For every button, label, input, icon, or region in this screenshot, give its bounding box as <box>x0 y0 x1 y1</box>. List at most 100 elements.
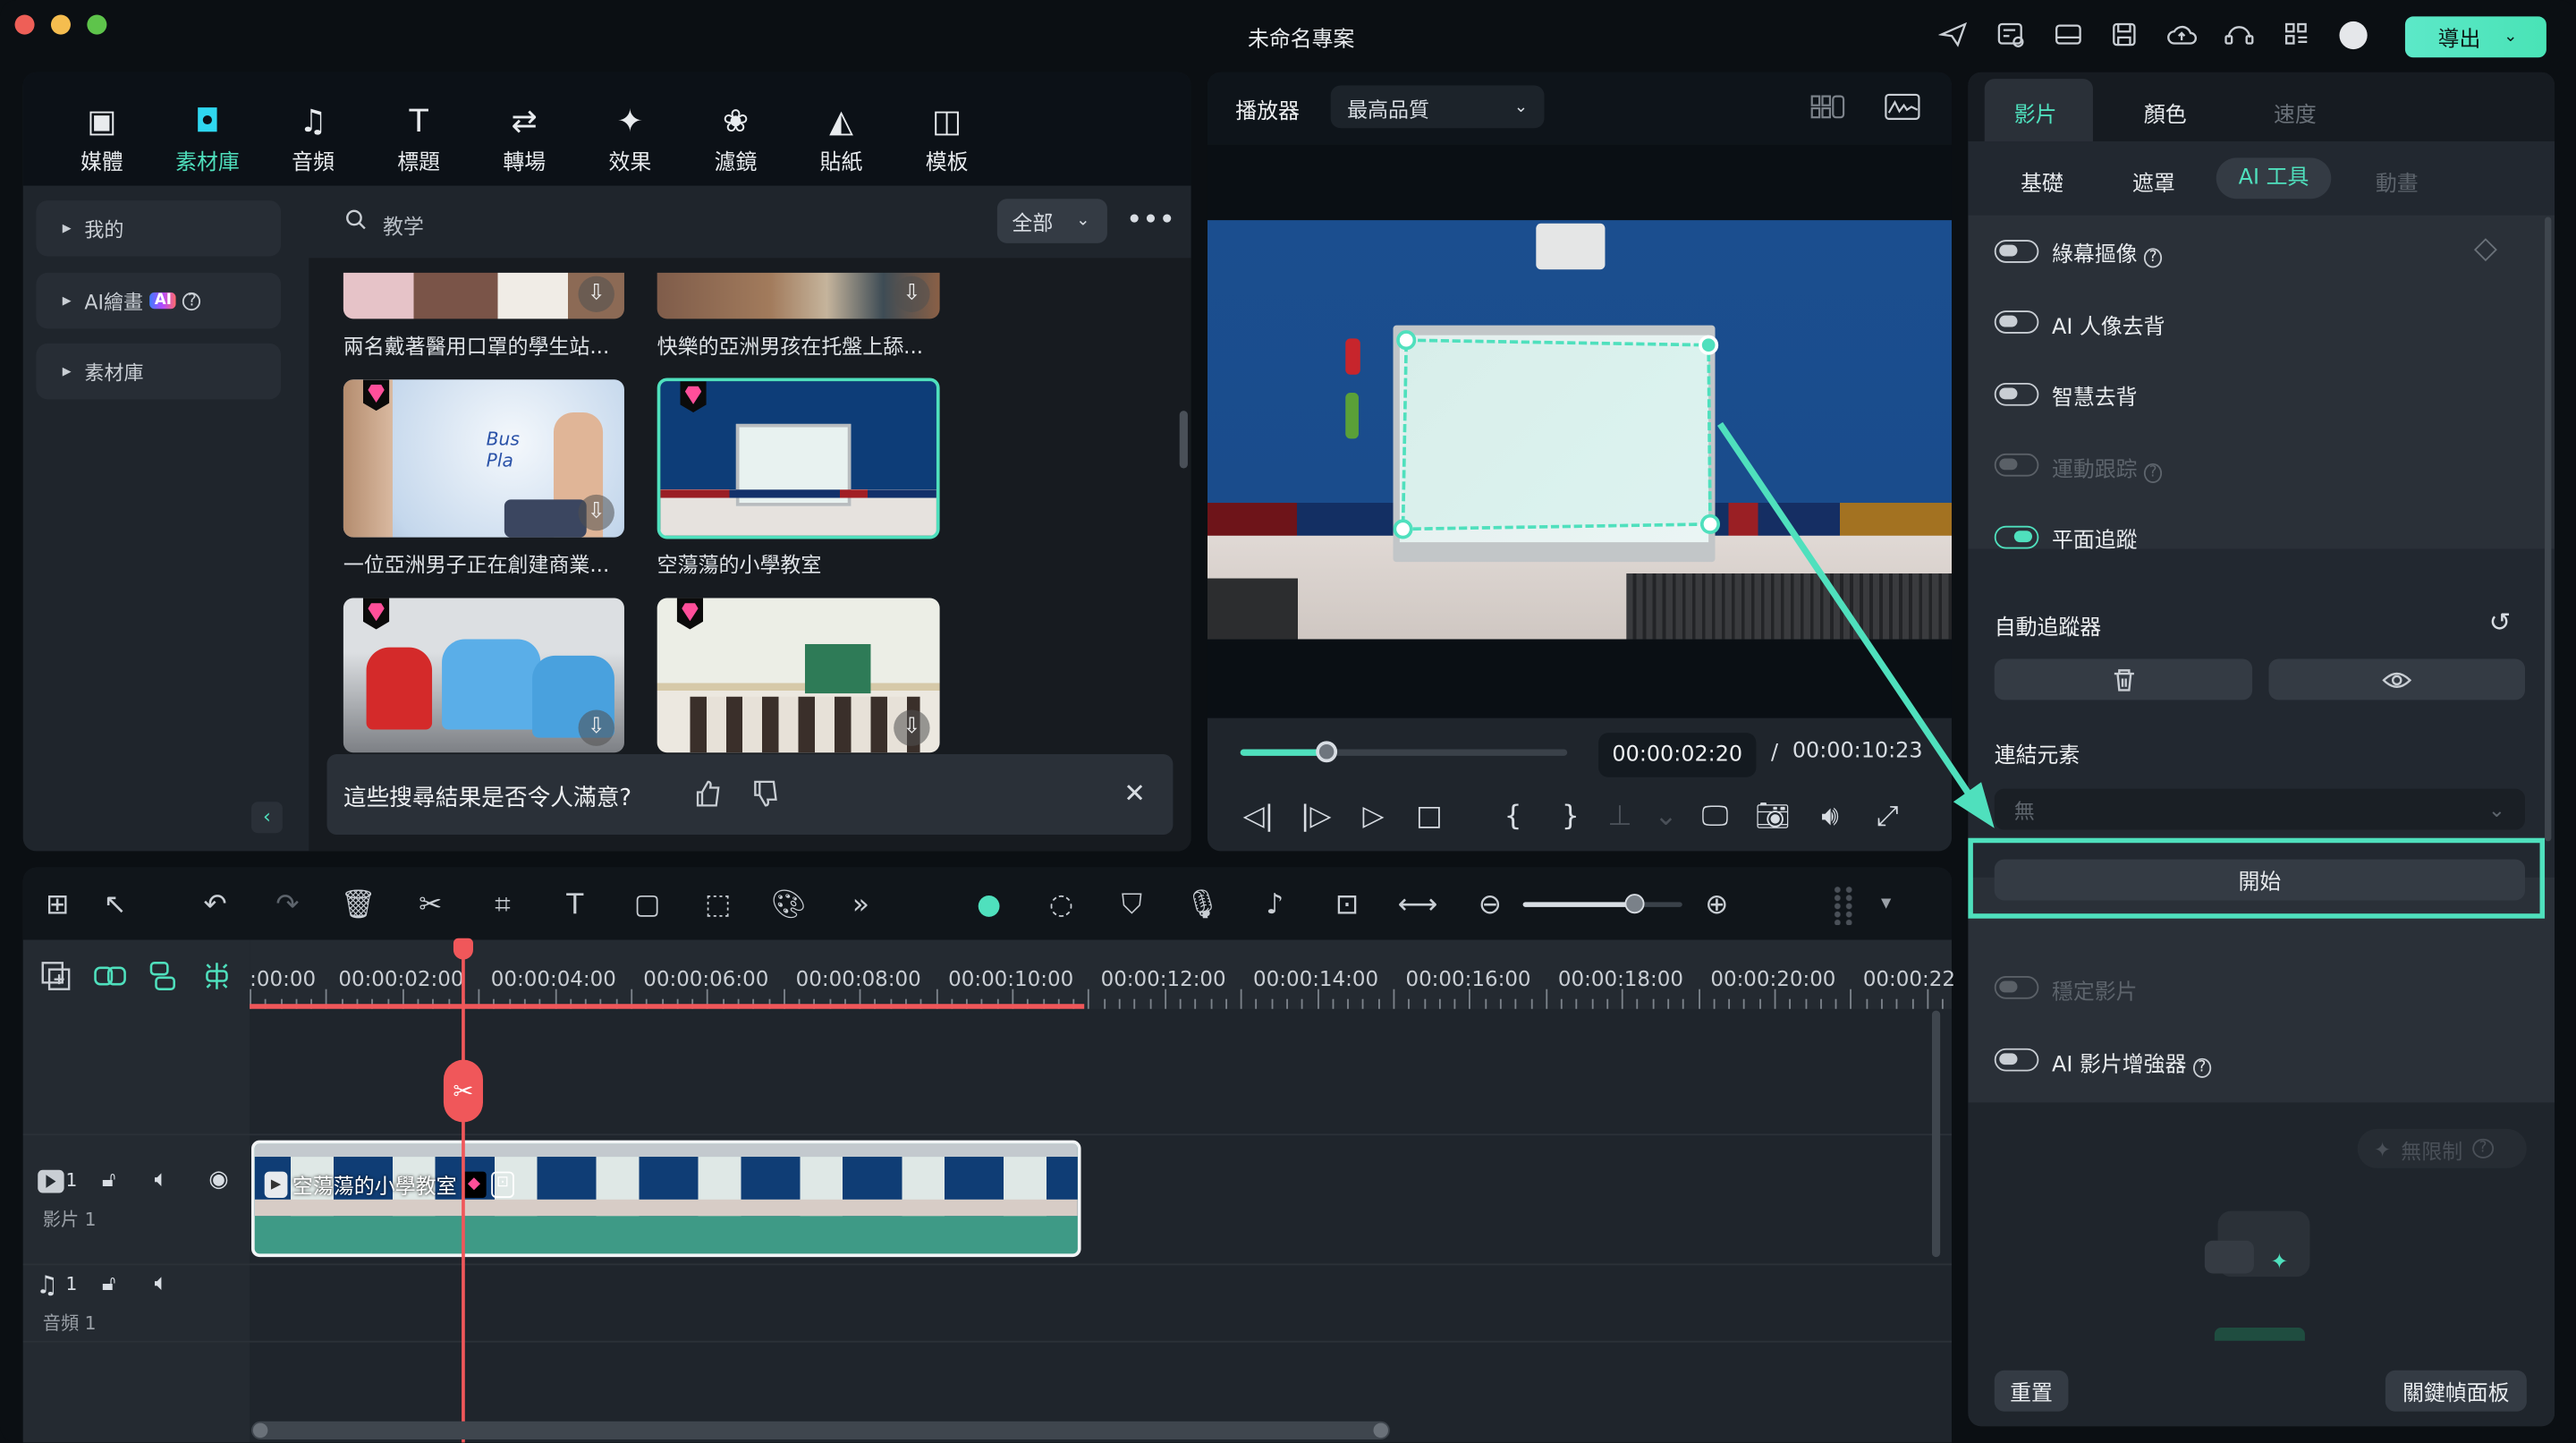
tab-effects-star[interactable]: ✦ 效果 <box>589 102 671 176</box>
visibility-eye-icon[interactable]: ◉ <box>208 1167 228 1193</box>
zoom-slider-handle[interactable] <box>1624 894 1645 914</box>
display-settings-icon[interactable]: 🖵︎ <box>1697 800 1733 833</box>
maximize-window-button[interactable] <box>87 14 107 35</box>
result-thumbnail[interactable]: ⇩ <box>343 598 624 753</box>
download-icon[interactable]: ⇩ <box>894 276 930 312</box>
help-icon[interactable]: ? <box>2144 248 2162 268</box>
tab-title-t[interactable]: T 標題 <box>377 102 460 176</box>
snapshot-camera-icon[interactable]: 📷︎ <box>1755 800 1791 833</box>
playhead-handle[interactable] <box>453 938 473 960</box>
minimize-window-button[interactable] <box>50 14 71 35</box>
timeline-horizontal-scrollbar[interactable] <box>251 1421 1390 1439</box>
close-window-button[interactable] <box>14 14 35 35</box>
insert-dropdown-icon[interactable]: ⌄ <box>1648 800 1683 833</box>
group-tracks-icon[interactable] <box>148 961 177 990</box>
result-thumbnail-selected[interactable] <box>657 378 940 539</box>
play-icon[interactable]: ▷ <box>1355 800 1391 833</box>
result-thumbnail[interactable]: ⇩ <box>343 272 624 319</box>
mark-out-icon[interactable]: } <box>1553 800 1589 833</box>
tab-transition[interactable]: ⇄ 轉場 <box>483 102 565 176</box>
marker-icon[interactable]: ⛉ <box>1114 887 1149 923</box>
more-tools-icon[interactable]: » <box>843 887 878 923</box>
thumbs-up-icon[interactable] <box>693 779 723 809</box>
voiceover-mic-icon[interactable]: 🎙︎ <box>1184 887 1221 923</box>
close-feedback-icon[interactable]: ✕ <box>1123 777 1146 809</box>
toggle-planar-tracking[interactable] <box>1994 525 2039 549</box>
video-clip[interactable]: ▶ 空蕩蕩的小學教室 ◆ ⊡ <box>251 1140 1081 1258</box>
delete-icon[interactable]: 🗑︎ <box>340 887 377 923</box>
layout-icon[interactable] <box>2054 20 2083 49</box>
mute-track-icon[interactable]: 🔈︎ <box>155 1167 168 1193</box>
shape-icon[interactable]: ▢ <box>629 887 665 923</box>
waveform-monitor-icon[interactable] <box>1885 92 1920 122</box>
volume-icon[interactable]: 🔊︎ <box>1812 800 1848 833</box>
save-icon[interactable] <box>2109 20 2139 49</box>
text-icon[interactable]: T <box>557 887 593 923</box>
keyframe-panel-button[interactable]: 關鍵幀面板 <box>2385 1370 2527 1412</box>
add-track-icon[interactable] <box>41 961 71 990</box>
collapse-sidebar-button[interactable]: ‹ <box>251 802 283 834</box>
subtab-ai-tools[interactable]: AI 工具 <box>2216 157 2332 199</box>
apps-grid-icon[interactable] <box>2282 20 2311 49</box>
project-settings-icon[interactable] <box>1996 20 2026 49</box>
tab-stock-folder[interactable]: ◘ 素材庫 <box>166 102 249 176</box>
multi-select-icon[interactable]: ⊞ <box>39 887 75 923</box>
send-feedback-icon[interactable] <box>1938 20 1968 49</box>
sidebar-item-ai-drawing[interactable]: ▶ AI繪畫 AI? <box>36 272 282 329</box>
timeline-zoom-slider[interactable] <box>1522 894 1682 914</box>
snap-magnet-icon[interactable] <box>202 961 232 990</box>
cloud-upload-icon[interactable] <box>2165 20 2199 49</box>
zoom-in-icon[interactable]: ⊕ <box>1699 887 1734 923</box>
fit-timeline-icon[interactable]: ⟷ <box>1398 887 1438 923</box>
cut-scissors-icon[interactable]: ✂ <box>412 887 448 923</box>
render-preview-icon[interactable]: ⊡ <box>1329 887 1365 923</box>
tab-media[interactable]: ▣ 媒體 <box>61 102 143 176</box>
grid-view-icon[interactable] <box>1810 92 1846 122</box>
properties-scrollbar[interactable] <box>2545 216 2552 842</box>
download-icon[interactable]: ⇩ <box>894 709 930 746</box>
zoom-out-icon[interactable]: ⊖ <box>1472 887 1508 923</box>
export-button[interactable]: 導出 ⌄ <box>2404 16 2546 58</box>
download-icon[interactable]: ⇩ <box>578 276 614 312</box>
undo-icon[interactable]: ↶ <box>197 887 233 923</box>
tab-speed[interactable]: 速度 <box>2274 97 2317 129</box>
stop-icon[interactable]: □ <box>1411 800 1447 833</box>
lock-track-icon[interactable]: 🔓︎ <box>102 1168 115 1193</box>
scrubber-handle[interactable] <box>1315 741 1337 763</box>
delete-tracker-button[interactable] <box>1994 658 2253 700</box>
subtab-basic[interactable]: 基礎 <box>2021 166 2063 198</box>
toggle-chroma-key[interactable] <box>1994 240 2039 263</box>
split-scissors-button[interactable]: ✂ <box>443 1059 483 1123</box>
more-options-icon[interactable]: ••• <box>1127 207 1176 233</box>
tab-video[interactable]: 影片 <box>2014 97 2057 129</box>
toggle-ai-portrait[interactable] <box>1994 310 2039 334</box>
timeline-vertical-scrollbar[interactable] <box>1931 1010 1941 1258</box>
music-list-icon[interactable]: ♪ <box>1257 887 1292 923</box>
reset-tracker-icon[interactable]: ↺ <box>2489 607 2512 638</box>
caret-down-icon[interactable]: ▼ <box>1881 896 1891 911</box>
tab-filter-circles[interactable]: ❀ 濾鏡 <box>695 102 777 176</box>
reset-button[interactable]: 重置 <box>1994 1370 2069 1412</box>
toggle-stabilize[interactable] <box>1994 975 2039 999</box>
ai-copilot-icon[interactable]: ● <box>970 887 1006 923</box>
toggle-smart-cutout[interactable] <box>1994 382 2039 406</box>
toggle-ai-enhancer[interactable] <box>1994 1048 2039 1072</box>
mark-in-icon[interactable]: { <box>1495 800 1530 833</box>
prev-frame-icon[interactable]: ◁| <box>1241 800 1276 833</box>
insert-icon[interactable]: ⊥ <box>1602 800 1638 833</box>
help-icon[interactable]: ? <box>2193 1057 2211 1078</box>
lock-track-icon[interactable]: 🔓︎ <box>102 1272 115 1297</box>
filter-dropdown[interactable]: 全部 ⌄ <box>996 199 1107 243</box>
start-tracking-button[interactable]: 開始 <box>1994 859 2526 901</box>
sidebar-item-stock[interactable]: ▶ 素材庫 <box>36 343 282 400</box>
tab-color[interactable]: 顏色 <box>2144 97 2187 129</box>
help-icon[interactable]: ? <box>182 292 201 310</box>
subtab-mask[interactable]: 遮罩 <box>2132 166 2175 198</box>
result-thumbnail[interactable]: Bus Pla ⇩ <box>343 379 624 538</box>
result-thumbnail[interactable]: ⇩ <box>657 598 940 753</box>
search-input[interactable]: 教学 <box>383 208 424 240</box>
auto-beat-icon[interactable]: ◌ <box>1043 887 1079 923</box>
redo-icon[interactable]: ↷ <box>269 887 305 923</box>
download-icon[interactable]: ⇩ <box>578 494 614 531</box>
link-element-dropdown[interactable]: 無 ⌄ <box>1994 788 2526 830</box>
